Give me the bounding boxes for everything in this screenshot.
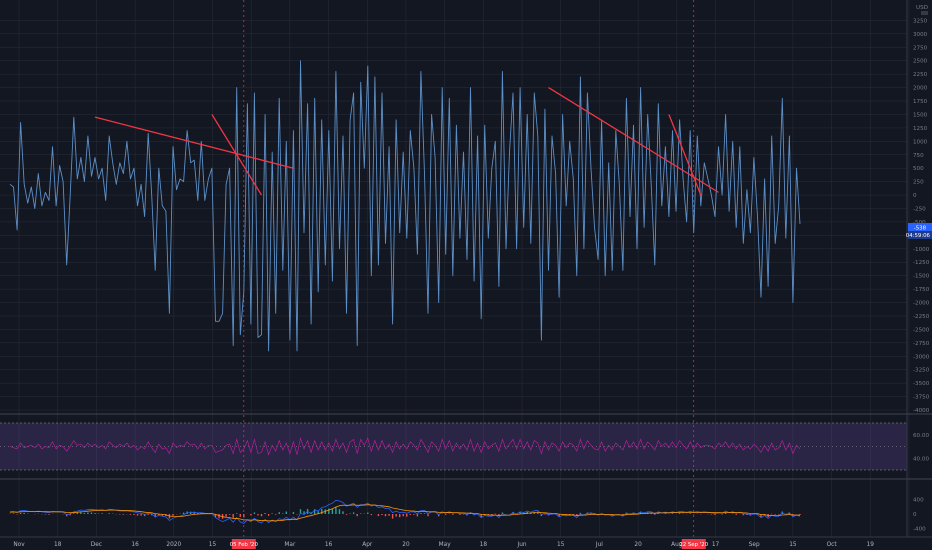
y-tick-label: -1500 — [913, 274, 930, 280]
price-scale[interactable]: USD 325030002750250022502000175015001250… — [913, 5, 930, 414]
y-tick-label: 3250 — [913, 18, 928, 24]
x-tick-label: 16 — [325, 542, 333, 548]
y-tick-label: 500 — [913, 166, 924, 172]
y-tick-label: 250 — [913, 180, 924, 186]
y-tick-label: -2000 — [913, 301, 930, 307]
y-tick-label: -1000 — [913, 247, 930, 253]
chart-canvas[interactable]: USD 325030002750250022502000175015001250… — [0, 0, 932, 550]
x-tick-label: Nov — [13, 542, 25, 548]
price-pane[interactable] — [9, 60, 801, 352]
x-tick-label: 20 — [402, 542, 410, 548]
x-tick-label: Sep — [749, 542, 760, 548]
y-tick-label: -3500 — [913, 381, 930, 387]
y-tick-label: 750 — [913, 153, 924, 159]
rsi-pane[interactable] — [0, 422, 907, 471]
y-tick-label: -3750 — [913, 395, 930, 401]
y-tick-label: -2500 — [913, 327, 930, 333]
x-tick-label: 18 — [480, 542, 488, 548]
y-tick-label: 1500 — [913, 112, 928, 118]
macd-pane[interactable] — [9, 499, 801, 524]
macd-tick-label: 400 — [913, 498, 924, 504]
y-tick-label: -4000 — [913, 408, 930, 414]
x-tick-label: Jul — [595, 542, 603, 548]
x-tick-label: 17 — [712, 542, 720, 548]
series-line — [9, 60, 801, 352]
y-tick-label: -1750 — [913, 287, 930, 293]
x-tick-label: 18 — [54, 542, 62, 548]
x-tick-label: May — [439, 542, 452, 548]
countdown-value: 04:59:06 — [906, 233, 931, 239]
x-tick-label: Mar — [284, 542, 296, 548]
x-tick-label: 20 — [634, 542, 642, 548]
time-scale[interactable]: Nov18Dec16202015FebMar16Apr20May18Jun15J… — [13, 539, 874, 549]
y-tick-label: 2250 — [913, 72, 928, 78]
x-tick-label: Jun — [517, 542, 527, 548]
y-tick-label: -1250 — [913, 260, 930, 266]
y-tick-label: 2500 — [913, 59, 928, 65]
y-tick-label: -3000 — [913, 354, 930, 360]
macd-scale[interactable]: 400 0 -400 — [913, 498, 926, 533]
currency-label: USD — [916, 5, 928, 11]
y-tick-label: 2750 — [913, 45, 928, 51]
y-tick-label: 0 — [913, 193, 917, 199]
last-price-badge: -538 04:59:06 — [906, 223, 932, 239]
x-tick-label: Oct — [827, 542, 838, 548]
x-tick-label: 15 — [789, 542, 797, 548]
y-tick-label: -2750 — [913, 341, 930, 347]
x-tick-label: Dec — [91, 542, 102, 548]
y-tick-label: 2000 — [913, 86, 928, 92]
x-tick-label: 16 — [131, 542, 139, 548]
macd-tick-label: 0 — [913, 512, 917, 518]
y-tick-label: 1750 — [913, 99, 928, 105]
y-tick-label: 3000 — [913, 32, 928, 38]
y-tick-label: -250 — [913, 207, 926, 213]
x-tick-label: 15 — [557, 542, 565, 548]
y-tick-label: -3250 — [913, 368, 930, 374]
x-tick-label: 15 — [209, 542, 217, 548]
date-badge: 05 Feb '20 — [230, 542, 259, 548]
rsi-scale[interactable]: 60.00 40.00 — [913, 433, 929, 463]
rsi-tick-label: 40.00 — [913, 456, 929, 462]
y-tick-label: 1250 — [913, 126, 928, 132]
macd-tick-label: -400 — [913, 526, 926, 532]
x-tick-label: 2020 — [166, 542, 181, 548]
date-badge: 22 Sep '20 — [679, 542, 708, 548]
y-tick-label: 1000 — [913, 139, 928, 145]
last-price-value: -538 — [914, 226, 927, 232]
currency-toggle-icon[interactable] — [921, 11, 928, 15]
macd-line — [9, 499, 801, 524]
rsi-tick-label: 60.00 — [913, 433, 929, 439]
x-tick-label: 19 — [867, 542, 875, 548]
y-tick-label: -2250 — [913, 314, 930, 320]
x-tick-label: Apr — [362, 542, 373, 548]
